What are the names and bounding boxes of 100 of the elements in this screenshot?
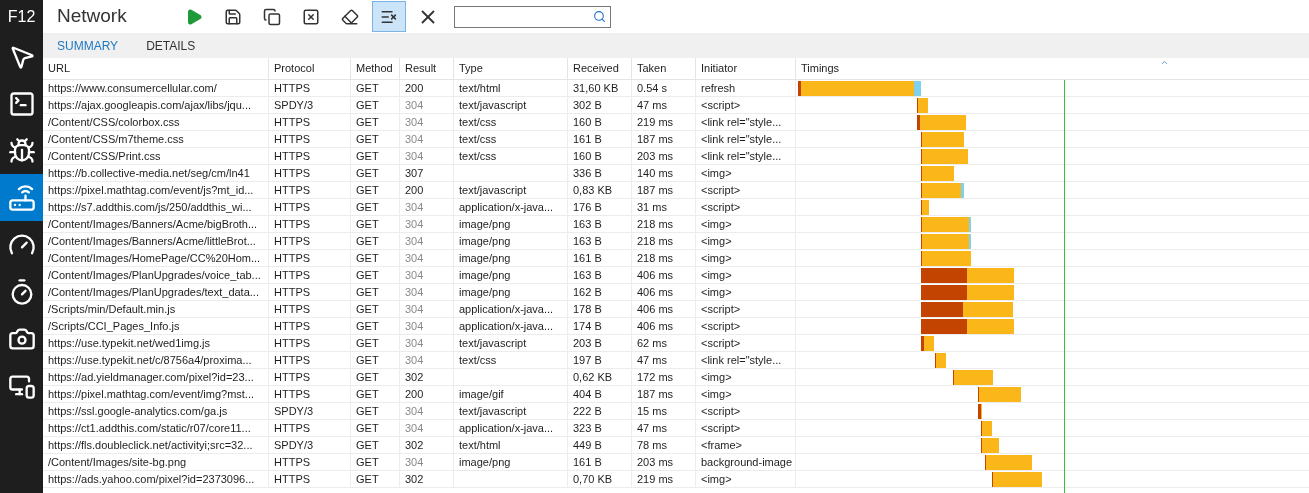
table-cell: 218 ms: [632, 233, 696, 249]
table-cell: 302: [400, 369, 454, 385]
table-cell: /Content/Images/HomePage/CC%20Hom...: [43, 250, 269, 266]
table-cell: 187 ms: [632, 182, 696, 198]
table-cell: <script>: [696, 420, 796, 436]
table-cell: 323 B: [568, 420, 632, 436]
router-icon: [7, 183, 36, 212]
table-cell: HTTPS: [269, 233, 351, 249]
table-cell: 449 B: [568, 437, 632, 453]
table-cell: image/png: [454, 454, 568, 470]
table-cell: 304: [400, 131, 454, 147]
table-cell: GET: [351, 471, 400, 487]
table-cell: https://ajax.googleapis.com/ajax/libs/jqu...: [43, 97, 269, 113]
table-cell: 62 ms: [632, 335, 696, 351]
table-cell: 160 B: [568, 148, 632, 164]
column-header[interactable]: Type: [454, 58, 568, 79]
table-cell: 406 ms: [632, 301, 696, 317]
timing-bar: [917, 115, 966, 130]
table-cell: <img>: [696, 165, 796, 181]
table-cell: 222 B: [568, 403, 632, 419]
table-cell: HTTPS: [269, 148, 351, 164]
table-cell: 0,83 KB: [568, 182, 632, 198]
column-header[interactable]: Initiator: [696, 58, 796, 79]
table-cell: text/css: [454, 131, 568, 147]
table-cell: 304: [400, 199, 454, 215]
table-cell: 219 ms: [632, 114, 696, 130]
table-cell: HTTPS: [269, 131, 351, 147]
table-cell: 0,70 KB: [568, 471, 632, 487]
table-cell: /Content/Images/PlanUpgrades/text_data...: [43, 284, 269, 300]
column-header[interactable]: Method: [351, 58, 400, 79]
table-cell: https://b.collective-media.net/seg/cm/ln41: [43, 165, 269, 181]
table-cell: HTTPS: [269, 182, 351, 198]
table-cell: <img>: [696, 386, 796, 402]
table-cell: 31,60 KB: [568, 80, 632, 96]
table-cell: https://pixel.mathtag.com/event/js?mt_id...: [43, 182, 269, 198]
table-cell: 406 ms: [632, 267, 696, 283]
table-cell: 219 ms: [632, 471, 696, 487]
column-header[interactable]: Result: [400, 58, 454, 79]
table-cell: 163 B: [568, 216, 632, 232]
table-cell: HTTPS: [269, 114, 351, 130]
table-cell: GET: [351, 369, 400, 385]
toolbar-button[interactable]: [372, 1, 406, 32]
table-cell: 200: [400, 80, 454, 96]
tab[interactable]: DETAILS: [132, 33, 210, 58]
table-cell: /Content/CSS/colorbox.css: [43, 114, 269, 130]
timing-bar: [921, 336, 934, 351]
table-cell: 307: [400, 165, 454, 181]
table-cell: 304: [400, 284, 454, 300]
table-cell: 304: [400, 335, 454, 351]
table-cell: 304: [400, 267, 454, 283]
table-cell: SPDY/3: [269, 403, 351, 419]
table-cell: 163 B: [568, 267, 632, 283]
table-cell: <link rel="style...: [696, 148, 796, 164]
table-cell: GET: [351, 301, 400, 317]
table-cell: GET: [351, 403, 400, 419]
table-cell: https://fls.doubleclick.net/activityi;src=32...: [43, 437, 269, 453]
table-cell: https://ads.yahoo.com/pixel?id=2373096...: [43, 471, 269, 487]
table-cell: 304: [400, 318, 454, 334]
table-cell: GET: [351, 420, 400, 436]
column-header[interactable]: Taken: [632, 58, 696, 79]
table-cell: HTTPS: [269, 250, 351, 266]
table-cell: HTTPS: [269, 199, 351, 215]
timing-bar: [978, 404, 982, 419]
copy-icon: [263, 7, 281, 26]
table-cell: image/png: [454, 233, 568, 249]
tool-title: Network: [57, 4, 128, 29]
timing-bar: [953, 370, 993, 385]
table-cell: GET: [351, 267, 400, 283]
sidebar-title: F12: [7, 6, 36, 27]
table-cell: <script>: [696, 403, 796, 419]
table-cell: text/javascript: [454, 97, 568, 113]
table-cell: HTTPS: [269, 352, 351, 368]
table-cell: GET: [351, 114, 400, 130]
eraser-icon: [341, 7, 359, 26]
table-cell: <img>: [696, 250, 796, 266]
column-header[interactable]: URL: [43, 58, 269, 79]
table-cell: 304: [400, 352, 454, 368]
table-cell: 15 ms: [632, 403, 696, 419]
column-header[interactable]: Timings: [796, 58, 1309, 79]
table-cell: 302: [400, 471, 454, 487]
table-cell: 302 B: [568, 97, 632, 113]
table-cell: <img>: [696, 369, 796, 385]
table-cell: image/png: [454, 216, 568, 232]
column-header[interactable]: Protocol: [269, 58, 351, 79]
table-cell: 31 ms: [632, 199, 696, 215]
table-cell: <script>: [696, 318, 796, 334]
tab[interactable]: SUMMARY: [43, 33, 133, 58]
column-header[interactable]: Received: [568, 58, 632, 79]
table-cell: application/x-java...: [454, 420, 568, 436]
table-cell: text/javascript: [454, 335, 568, 351]
table-cell: /Content/Images/PlanUpgrades/voice_tab...: [43, 267, 269, 283]
search-field[interactable]: [454, 5, 611, 28]
table-cell: /Content/CSS/Print.css: [43, 148, 269, 164]
table-cell: GET: [351, 80, 400, 96]
table-cell: https://s7.addthis.com/js/250/addthis_wi...: [43, 199, 269, 215]
timing-bar: [917, 98, 928, 113]
table-cell: HTTPS: [269, 471, 351, 487]
table-cell: /Content/Images/site-bg.png: [43, 454, 269, 470]
table-cell: <link rel="style...: [696, 352, 796, 368]
table-cell: 406 ms: [632, 318, 696, 334]
